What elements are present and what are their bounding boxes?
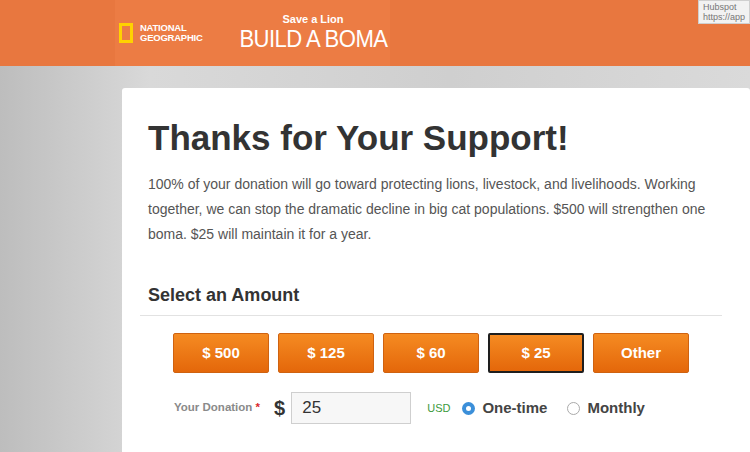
donation-row: Your Donation * $25 USD One-time Monthly — [148, 392, 750, 424]
frequency-options: One-time Monthly — [462, 397, 645, 420]
amount-button[interactable]: $ 500 — [173, 333, 269, 373]
donation-input[interactable]: 25 — [291, 392, 411, 424]
logo-line: NATIONAL — [140, 23, 203, 33]
required-mark: * — [256, 401, 260, 413]
campaign-subtitle: Save a Lion — [282, 13, 343, 25]
brand-area: NATIONALGEOGRAPHIC Save a LionBUILD A BOM… — [115, 0, 390, 66]
campaign-logo[interactable]: Save a LionBUILD A BOMA — [233, 13, 394, 53]
amount-button[interactable]: $ 125 — [278, 333, 374, 373]
card-description: 100% of your donation will go toward pro… — [148, 172, 714, 247]
frequency-radio[interactable]: Monthly — [567, 397, 645, 420]
currency-symbol: $ — [274, 393, 285, 423]
frequency-radio[interactable]: One-time — [462, 397, 547, 420]
logo-line: GEOGRAPHIC — [140, 33, 203, 43]
url-tooltip: Hubspothttps://app — [698, 0, 750, 24]
radio-icon — [567, 402, 580, 415]
radio-icon — [462, 402, 475, 415]
tooltip-line: Hubspot — [703, 2, 745, 12]
radio-label: Monthly — [587, 397, 645, 420]
tooltip-line: https://app — [703, 12, 745, 22]
header: NATIONALGEOGRAPHIC Save a LionBUILD A BOM… — [0, 0, 750, 66]
card-title: Thanks for Your Support! — [148, 116, 750, 160]
yellow-frame-icon — [119, 23, 133, 43]
divider — [140, 315, 722, 316]
radio-label: One-time — [482, 397, 547, 420]
donation-label: Your Donation * — [174, 399, 260, 416]
amount-button[interactable]: Other — [593, 333, 689, 373]
section-title: Select an Amount — [148, 283, 750, 307]
campaign-title: BUILD A BOMA — [239, 25, 387, 53]
amount-button[interactable]: $ 60 — [383, 333, 479, 373]
currency-code: USD — [427, 400, 450, 417]
amount-buttons: $ 500$ 125$ 60$ 25Other — [173, 333, 750, 373]
national-geographic-logo[interactable]: NATIONALGEOGRAPHIC — [119, 23, 203, 43]
amount-button[interactable]: $ 25 — [488, 333, 584, 373]
background-photo: NATIONALGEOGRAPHIC Save a LionBUILD A BOM… — [0, 0, 750, 452]
donation-card: Thanks for Your Support! 100% of your don… — [122, 88, 750, 452]
